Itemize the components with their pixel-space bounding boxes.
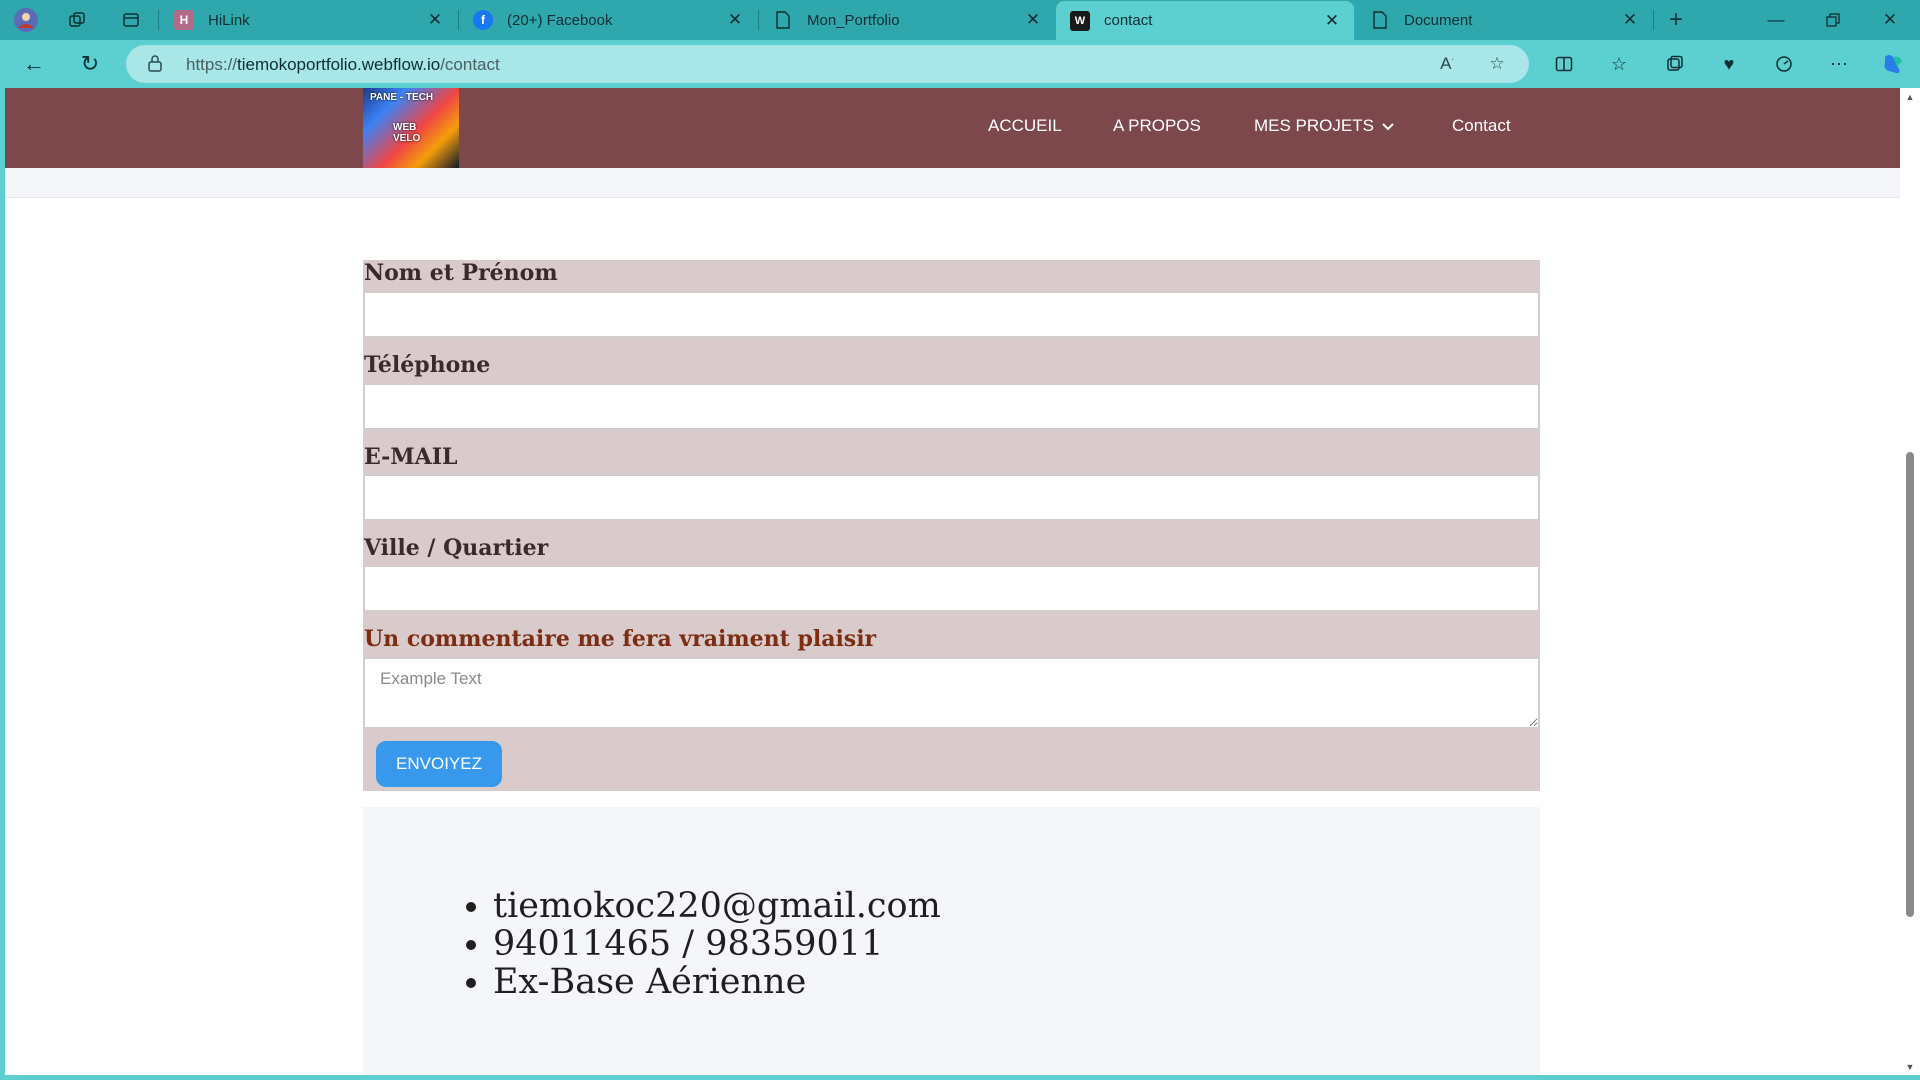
tab-mon-portfolio[interactable]: Mon_Portfolio ✕ [759,2,1055,38]
nav-link-label: MES PROJETS [1254,116,1374,135]
logo-line-1: PANE - TECH [370,92,434,103]
email-label: E-MAIL [364,444,458,470]
close-tab-icon[interactable]: ✕ [1620,10,1640,30]
city-label: Ville / Quartier [364,535,549,561]
tab-document[interactable]: Document ✕ [1356,2,1652,38]
scroll-down-arrow-icon[interactable]: ▼ [1905,1062,1915,1072]
performance-icon[interactable] [1769,50,1799,78]
scroll-up-arrow-icon[interactable]: ▲ [1905,92,1915,102]
tab-contact[interactable]: W contact ✕ [1056,1,1354,40]
tab-separator [1653,10,1654,30]
document-icon [773,10,793,30]
city-field[interactable] [364,566,1539,611]
contact-phone: 94011465 / 98359011 [493,925,941,963]
copilot-icon[interactable] [1878,50,1908,78]
more-menu-icon[interactable]: ⋯ [1824,50,1854,78]
tab-label: contact [1104,12,1153,29]
url-prefix: https:// [186,55,238,74]
comment-textarea[interactable] [364,658,1539,728]
phone-field[interactable] [364,384,1539,429]
nav-link-a-propos[interactable]: A PROPOS [1113,116,1201,136]
logo-line-2: WEB VELO [393,122,421,144]
collections-icon[interactable] [1660,50,1690,78]
phone-label: Téléphone [364,352,491,378]
browser-tab-strip: H HiLink ✕ f (20+) Facebook ✕ Mon_Portfo… [0,0,1920,40]
tab-separator [158,10,159,30]
site-logo[interactable]: PANE - TECH WEB VELO [363,88,459,168]
email-field[interactable] [364,475,1539,520]
facebook-icon: f [473,10,493,30]
contact-address: Ex-Base Aérienne [493,963,941,1001]
submit-button[interactable]: ENVOIYEZ [376,741,502,787]
read-aloud-icon[interactable]: Aᐧ [1436,54,1458,76]
page-scrollbar[interactable]: ▲ ▼ [1900,88,1920,1075]
scrollbar-thumb[interactable] [1906,452,1914,917]
tab-label: HiLink [208,11,250,29]
chevron-down-icon [1382,120,1394,134]
url-text[interactable]: https://tiemokoportfolio.webflow.io/cont… [186,55,500,75]
comment-label: Un commentaire me fera vraiment plaisir [364,626,877,652]
page-viewport: PANE - TECH WEB VELO ACCUEIL A PROPOS ME… [5,88,1900,1075]
profile-avatar-icon[interactable] [12,6,40,34]
url-host: tiemokoportfolio.webflow.io [237,55,441,74]
close-tab-icon[interactable]: ✕ [425,10,445,30]
new-tab-plus-icon[interactable]: + [1662,6,1690,34]
close-window-icon[interactable]: ✕ [1862,0,1918,40]
name-field[interactable] [364,292,1539,337]
url-path: /contact [440,55,500,74]
name-label: Nom et Prénom [364,260,558,286]
header-strip [5,168,1900,198]
address-toolbar: ← ↻ https://tiemokoportfolio.webflow.io/… [0,40,1920,88]
contact-info-box: tiemokoc220@gmail.com 94011465 / 9835901… [363,807,1540,1075]
contact-info-list: tiemokoc220@gmail.com 94011465 / 9835901… [453,887,941,1001]
tab-facebook[interactable]: f (20+) Facebook ✕ [459,2,757,38]
hilink-icon: H [174,10,194,30]
favorite-star-icon[interactable]: ☆ [1486,54,1508,76]
favorites-icon[interactable]: ☆ [1604,50,1634,78]
health-extension-icon[interactable]: ♥ [1714,50,1744,78]
close-tab-icon[interactable]: ✕ [1322,11,1342,31]
webflow-icon: W [1070,10,1090,31]
refresh-icon[interactable]: ↻ [73,48,107,80]
lock-icon[interactable] [148,54,164,74]
tab-label: Mon_Portfolio [807,11,900,29]
tab-actions-icon[interactable] [117,6,145,34]
close-tab-icon[interactable]: ✕ [725,10,745,30]
tab-label: Document [1404,11,1473,29]
tab-hilink[interactable]: H HiLink ✕ [160,2,457,38]
workspaces-icon[interactable] [63,6,91,34]
nav-link-accueil[interactable]: ACCUEIL [988,116,1062,136]
split-screen-icon[interactable] [1549,50,1579,78]
tab-label: (20+) Facebook [507,11,613,29]
nav-link-contact[interactable]: Contact [1452,116,1511,136]
restore-icon[interactable] [1805,0,1861,40]
contact-email: tiemokoc220@gmail.com [493,887,941,925]
document-icon [1370,10,1390,30]
minimize-icon[interactable]: — [1748,0,1804,40]
site-navbar: PANE - TECH WEB VELO ACCUEIL A PROPOS ME… [5,88,1900,168]
back-arrow-icon[interactable]: ← [17,48,51,80]
url-bar[interactable]: https://tiemokoportfolio.webflow.io/cont… [126,45,1529,83]
nav-dropdown-mes-projets[interactable]: MES PROJETS [1254,116,1394,136]
contact-form: Nom et Prénom Téléphone E-MAIL Ville / Q… [363,260,1540,791]
close-tab-icon[interactable]: ✕ [1023,10,1043,30]
